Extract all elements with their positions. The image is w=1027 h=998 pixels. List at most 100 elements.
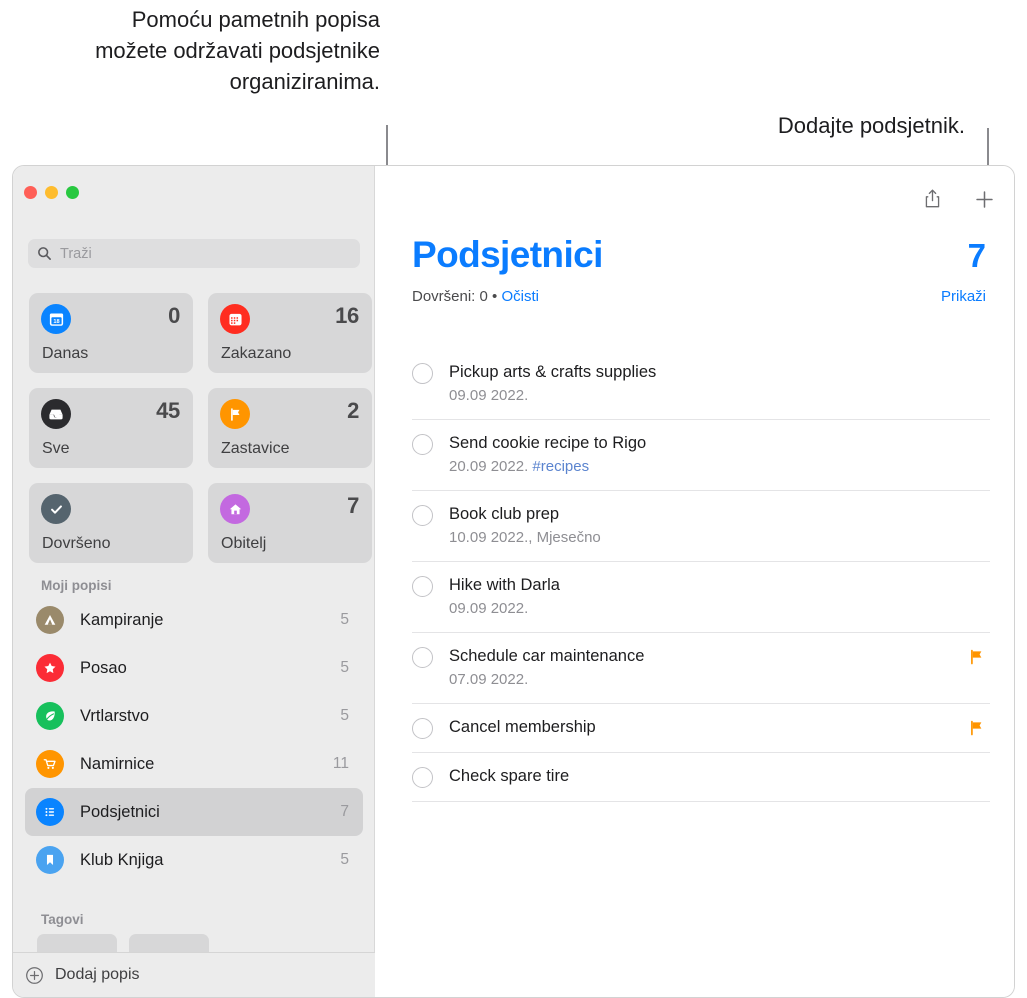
reminder-checkbox[interactable] xyxy=(412,576,433,597)
reminder-subtitle: 20.09 2022. #recipes xyxy=(449,456,990,477)
reminder-date: 09.09 2022. xyxy=(449,387,529,404)
reminder-checkbox[interactable] xyxy=(412,505,433,526)
my-lists-header: Moji popisi xyxy=(41,578,112,593)
completed-info: Dovršeni: 0 • Očisti xyxy=(412,288,539,305)
reminder-checkbox[interactable] xyxy=(412,718,433,739)
smart-list-count: 0 xyxy=(168,303,180,328)
search-icon xyxy=(38,247,51,260)
my-lists: Kampiranje 5 Posao 5 Vrtlarstvo 5 Namirn… xyxy=(25,596,363,884)
reminder-tag[interactable]: #recipes xyxy=(532,458,589,475)
reminder-row[interactable]: Schedule car maintenance 07.09 2022. xyxy=(412,633,990,704)
reminder-row[interactable]: Hike with Darla 09.09 2022. xyxy=(412,562,990,633)
page-title: Podsjetnici xyxy=(412,234,603,275)
reminder-row[interactable]: Pickup arts & crafts supplies 09.09 2022… xyxy=(412,349,990,420)
smart-list-label: Dovršeno xyxy=(42,535,111,552)
main-content: Podsjetnici 7 Dovršeni: 0 • Očisti Prika… xyxy=(375,166,1014,997)
tent-icon xyxy=(36,606,64,634)
reminder-body: Pickup arts & crafts supplies 09.09 2022… xyxy=(449,362,990,406)
reminder-checkbox[interactable] xyxy=(412,363,433,384)
list-item-count: 5 xyxy=(340,707,349,724)
share-icon xyxy=(925,189,939,208)
smart-list-card-obitelj[interactable]: 7 Obitelj xyxy=(208,483,372,563)
search-field[interactable]: Traži xyxy=(28,239,360,268)
clear-completed-link[interactable]: Očisti xyxy=(501,288,539,305)
flag-icon[interactable] xyxy=(969,649,984,669)
reminder-title: Schedule car maintenance xyxy=(449,647,645,665)
smart-list-card-danas[interactable]: 18 0 Danas xyxy=(29,293,193,373)
smart-list-label: Danas xyxy=(42,345,89,362)
reminder-checkbox[interactable] xyxy=(412,434,433,455)
list-item-podsjetnici[interactable]: Podsjetnici 7 xyxy=(25,788,363,836)
smart-lists-grid: 18 0 Danas 16 Zakazano 45 Sve 2 Zastavic… xyxy=(29,293,372,563)
reminder-row[interactable]: Cancel membership xyxy=(412,704,990,753)
list-item-label: Vrtlarstvo xyxy=(80,706,150,725)
reminder-body: Check spare tire xyxy=(449,766,990,787)
share-button[interactable] xyxy=(919,186,945,212)
smart-list-label: Sve xyxy=(42,440,70,457)
reminder-row[interactable]: Send cookie recipe to Rigo 20.09 2022. #… xyxy=(412,420,990,491)
inbox-tray-icon xyxy=(41,399,71,429)
reminder-date: 07.09 2022. xyxy=(449,671,529,688)
callout-right-text: Dodajte podsjetnik. xyxy=(777,113,965,138)
reminder-checkbox[interactable] xyxy=(412,647,433,668)
list-item-count: 7 xyxy=(340,803,349,820)
reminder-body: Hike with Darla 09.09 2022. xyxy=(449,575,990,619)
reminder-title: Pickup arts & crafts supplies xyxy=(449,363,657,381)
search-placeholder: Traži xyxy=(60,245,92,262)
svg-text:18: 18 xyxy=(53,318,59,324)
list-item-kampiranje[interactable]: Kampiranje 5 xyxy=(25,596,363,644)
smart-list-card-sve[interactable]: 45 Sve xyxy=(29,388,193,468)
star-icon xyxy=(36,654,64,682)
zoom-button[interactable] xyxy=(66,186,79,199)
cart-icon xyxy=(36,750,64,778)
smart-list-count: 7 xyxy=(347,493,359,518)
add-reminder-button[interactable] xyxy=(971,186,997,212)
smart-list-card-zakazano[interactable]: 16 Zakazano xyxy=(208,293,372,373)
list-item-label: Klub Knjiga xyxy=(80,850,164,869)
smart-list-card-dovrseno[interactable]: Dovršeno xyxy=(29,483,193,563)
window-controls xyxy=(24,186,79,199)
plus-icon xyxy=(975,190,993,208)
close-button[interactable] xyxy=(24,186,37,199)
meta-row: Dovršeni: 0 • Očisti Prikaži xyxy=(412,288,986,305)
add-list-label: Dodaj popis xyxy=(55,966,140,983)
smart-list-count: 45 xyxy=(156,398,180,423)
reminder-row[interactable]: Book club prep 10.09 2022., Mjesečno xyxy=(412,491,990,562)
smart-list-label: Zastavice xyxy=(221,440,290,457)
reminder-date: 10.09 2022., Mjesečno xyxy=(449,529,601,546)
reminder-subtitle: 07.09 2022. xyxy=(449,669,990,690)
list-item-count: 11 xyxy=(332,755,349,772)
flag-icon[interactable] xyxy=(969,720,984,740)
reminder-checkbox[interactable] xyxy=(412,767,433,788)
meta-separator: • xyxy=(492,288,498,305)
tags-header: Tagovi xyxy=(41,912,84,927)
show-completed-link[interactable]: Prikaži xyxy=(941,288,986,305)
list-item-posao[interactable]: Posao 5 xyxy=(25,644,363,692)
list-item-klub-knjiga[interactable]: Klub Knjiga 5 xyxy=(25,836,363,884)
reminder-title: Book club prep xyxy=(449,505,560,523)
list-item-vrtlarstvo[interactable]: Vrtlarstvo 5 xyxy=(25,692,363,740)
calendar-icon xyxy=(220,304,250,334)
leaf-icon xyxy=(36,702,64,730)
smart-list-card-zastavice[interactable]: 2 Zastavice xyxy=(208,388,372,468)
reminder-row[interactable]: Check spare tire xyxy=(412,753,990,802)
completed-label: Dovršeni: 0 xyxy=(412,288,488,305)
list-item-label: Podsjetnici xyxy=(80,802,160,821)
checkmark-icon xyxy=(41,494,71,524)
reminder-subtitle: 09.09 2022. xyxy=(449,598,990,619)
minimize-button[interactable] xyxy=(45,186,58,199)
list-item-count: 5 xyxy=(340,611,349,628)
calendar-day-icon: 18 xyxy=(41,304,71,334)
list-item-count: 5 xyxy=(340,659,349,676)
reminders-list: Pickup arts & crafts supplies 09.09 2022… xyxy=(412,349,990,802)
smart-list-label: Obitelj xyxy=(221,535,267,552)
list-item-count: 5 xyxy=(340,851,349,868)
list-item-namirnice[interactable]: Namirnice 11 xyxy=(25,740,363,788)
reminder-body: Send cookie recipe to Rigo 20.09 2022. #… xyxy=(449,433,990,477)
list-item-label: Kampiranje xyxy=(80,610,164,629)
reminders-window: Traži 18 0 Danas 16 Zakazano 45 Sve 2 Za… xyxy=(12,165,1015,998)
add-list-button[interactable]: Dodaj popis xyxy=(13,952,375,997)
sidebar: Traži 18 0 Danas 16 Zakazano 45 Sve 2 Za… xyxy=(13,166,375,997)
toolbar xyxy=(919,186,997,212)
bookmark-icon xyxy=(36,846,64,874)
